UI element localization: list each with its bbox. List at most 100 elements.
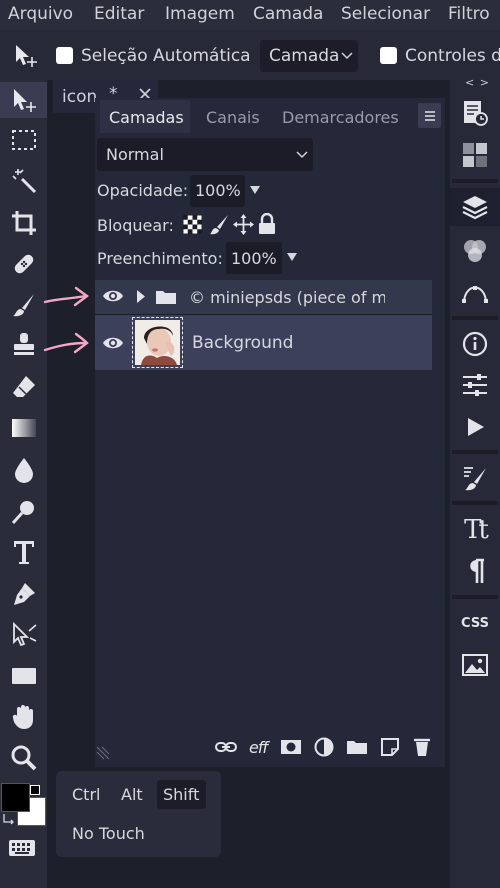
keyboard-icon[interactable] — [8, 838, 36, 858]
info-icon — [461, 330, 489, 358]
tab-camadas[interactable]: Camadas — [109, 108, 184, 127]
tool-dodge[interactable] — [0, 494, 47, 530]
transform-controls-checkbox[interactable] — [380, 47, 397, 64]
move-tool-icon — [10, 86, 38, 114]
ctrl-key[interactable]: Ctrl — [72, 785, 100, 804]
reset-colors-icon[interactable] — [30, 785, 40, 795]
tab-demarcadores[interactable]: Demarcadores — [282, 108, 399, 127]
options-bar: Seleção Automática Camada Controles de — [0, 30, 500, 80]
info-panel-button[interactable] — [450, 325, 500, 363]
tool-rectangle[interactable] — [0, 658, 47, 694]
panel-separator — [452, 316, 498, 320]
resize-grip-icon[interactable] — [96, 746, 110, 760]
panel-separator — [452, 179, 498, 183]
actions-panel-button[interactable] — [450, 408, 500, 446]
tool-blur[interactable] — [0, 452, 47, 488]
adjustments-panel-button[interactable] — [450, 366, 500, 404]
tool-hand[interactable] — [0, 699, 47, 735]
tool-stamp[interactable] — [0, 327, 47, 363]
history-icon — [461, 99, 489, 127]
tool-crop[interactable] — [0, 205, 47, 241]
tool-move[interactable] — [0, 82, 47, 118]
annotation-arrow-icon — [42, 284, 90, 312]
auto-select-target-dropdown[interactable]: Camada — [260, 40, 358, 72]
blend-mode-dropdown[interactable]: Normal — [97, 138, 313, 171]
dodge-icon — [10, 498, 38, 526]
collapse-panel-icon[interactable]: < > — [465, 76, 490, 89]
menu-arquivo[interactable]: Arquivo — [8, 4, 73, 24]
history-panel-button[interactable] — [450, 94, 500, 132]
zoom-icon — [10, 744, 38, 772]
tool-marquee[interactable] — [0, 122, 47, 158]
mask-icon[interactable] — [279, 737, 303, 757]
tool-gradient[interactable] — [0, 410, 47, 446]
drop-icon — [12, 456, 36, 484]
move-tool-icon — [13, 43, 39, 69]
fill-input[interactable]: 100% — [226, 242, 282, 274]
tool-text[interactable] — [0, 534, 47, 570]
panel-separator — [452, 450, 498, 454]
lock-position-icon[interactable] — [233, 214, 254, 235]
shift-key[interactable]: Shift — [163, 785, 199, 804]
crop-icon — [10, 209, 38, 237]
auto-select-label: Seleção Automática — [81, 46, 251, 66]
new-layer-icon[interactable] — [378, 737, 402, 757]
menu-editar[interactable]: Editar — [94, 4, 144, 24]
lock-label: Bloquear: — [97, 216, 174, 235]
layer-name: Background — [192, 333, 294, 353]
eye-icon[interactable] — [102, 335, 124, 351]
delete-icon[interactable] — [410, 737, 434, 757]
rectangle-icon — [10, 665, 38, 687]
eye-icon[interactable] — [102, 288, 124, 304]
foreground-color-swatch[interactable] — [1, 783, 30, 812]
swap-colors-icon[interactable] — [2, 812, 16, 826]
auto-select-target-value: Camada — [269, 46, 340, 66]
adjustment-icon[interactable] — [312, 737, 336, 757]
panel-menu-button[interactable] — [418, 103, 441, 128]
tab-canais[interactable]: Canais — [206, 108, 260, 127]
expand-group-icon[interactable] — [136, 289, 146, 304]
pen-icon — [10, 580, 38, 608]
layers-panel-button[interactable] — [450, 188, 500, 226]
no-touch-button[interactable]: No Touch — [72, 824, 145, 843]
menu-imagem[interactable]: Imagem — [165, 4, 235, 24]
pilcrow-icon — [464, 557, 486, 585]
tool-brush[interactable] — [0, 287, 47, 323]
lock-all-icon[interactable] — [258, 213, 276, 235]
opacity-dropdown-icon[interactable] — [249, 185, 261, 195]
marquee-icon — [11, 129, 37, 151]
tool-direct-select[interactable] — [0, 617, 47, 653]
tool-eraser[interactable] — [0, 369, 47, 405]
auto-select-checkbox[interactable] — [56, 47, 73, 64]
direct-select-icon — [10, 621, 38, 649]
css-panel-button[interactable]: CSS — [450, 604, 500, 642]
lock-pixels-icon[interactable] — [209, 214, 229, 235]
effects-icon[interactable]: eff — [246, 737, 270, 757]
layer-name-container: © miniepsds (piece of me — [189, 288, 385, 308]
menu-filtro[interactable]: Filtro — [448, 4, 490, 24]
new-group-folder-icon[interactable] — [345, 737, 369, 757]
link-icon[interactable] — [214, 737, 238, 757]
image-panel-button[interactable] — [450, 646, 500, 684]
play-icon — [464, 416, 486, 438]
channels-panel-button[interactable] — [450, 232, 500, 270]
curve-icon — [461, 280, 489, 304]
paragraph-panel-button[interactable] — [450, 552, 500, 590]
brush-panel-button[interactable] — [450, 459, 500, 497]
tool-pen[interactable] — [0, 576, 47, 612]
tool-zoom[interactable] — [0, 740, 47, 776]
opacity-input[interactable]: 100% — [190, 175, 245, 207]
swatches-panel-button[interactable] — [450, 136, 500, 174]
tool-magic-wand[interactable] — [0, 163, 47, 199]
css-label: CSS — [461, 615, 489, 631]
menu-selecionar[interactable]: Selecionar — [341, 4, 430, 24]
lock-transparency-icon[interactable] — [183, 215, 202, 234]
menu-camada[interactable]: Camada — [253, 4, 323, 24]
character-panel-button[interactable]: Tt — [450, 511, 500, 549]
paths-panel-button[interactable] — [450, 273, 500, 311]
alt-key[interactable]: Alt — [121, 785, 143, 804]
document-tab-title: icon — [62, 87, 98, 107]
fill-dropdown-icon[interactable] — [286, 252, 298, 262]
tool-healing[interactable] — [0, 246, 47, 282]
bandage-icon — [10, 250, 38, 278]
